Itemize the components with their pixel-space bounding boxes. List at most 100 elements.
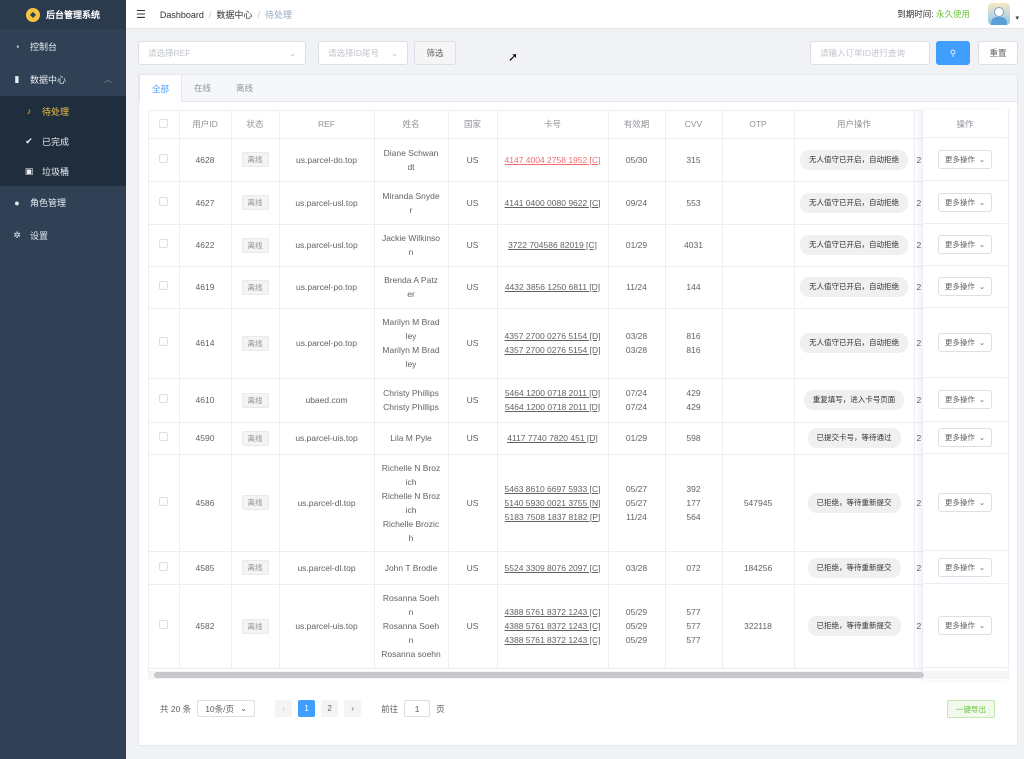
sidebar-item-data-center[interactable]: ▮ 数据中心 ︿: [0, 63, 126, 96]
more-actions-dropdown[interactable]: 更多操作 ⌄: [937, 149, 993, 169]
sidebar-item-dashboard[interactable]: ◔ 控制台: [0, 30, 126, 63]
select-all-checkbox[interactable]: [149, 111, 180, 139]
card-number[interactable]: 4147 4004 2758 1952 [C]: [500, 153, 606, 167]
action-cell: 更多操作 ⌄: [923, 138, 1007, 181]
col-header-name: 姓名: [374, 111, 449, 139]
card-number[interactable]: 5464 1200 0718 2011 [D]: [500, 400, 606, 414]
card-number[interactable]: 5464 1200 0718 2011 [D]: [500, 386, 606, 400]
expire-label: 到期时间:: [897, 9, 934, 19]
user-action-tag: 无人值守已开启，自动拒绝: [800, 277, 908, 297]
next-page-button[interactable]: ›: [344, 700, 362, 717]
col-header-actions: 操作: [923, 110, 1007, 138]
table-row: 4586 离线 us.parcel-dl.top Richelle N Broz ich…: [149, 454, 1008, 552]
row-checkbox[interactable]: [149, 551, 180, 585]
card-number[interactable]: 4117 7740 7820 451 [D]: [500, 431, 606, 445]
row-checkbox[interactable]: [149, 181, 180, 225]
reset-button[interactable]: 重置: [978, 41, 1018, 65]
row-checkbox[interactable]: [149, 584, 180, 669]
row-checkbox[interactable]: [149, 308, 180, 379]
cell-user-id: 4628: [179, 138, 232, 182]
orders-card: 全部 在线 离线 用户ID 状态 REF 姓名 国家 卡号 有效期 CVV OT: [138, 74, 1018, 746]
search-input[interactable]: 请输入订单ID进行查询: [810, 41, 930, 65]
card-number[interactable]: 5183 7508 1837 8182 [P]: [500, 510, 606, 524]
cell-status: 离线: [231, 584, 280, 669]
col-header-user-id: 用户ID: [179, 111, 232, 139]
cell-otp: [722, 378, 795, 423]
more-actions-dropdown[interactable]: 更多操作 ⌄: [937, 428, 993, 447]
breadcrumb-item[interactable]: Dashboard: [160, 10, 204, 20]
app-logo[interactable]: ◆ 后台管理系统: [0, 0, 126, 29]
prev-page-button[interactable]: ‹: [275, 700, 293, 717]
cell-otp: 322118: [722, 584, 795, 669]
card-number[interactable]: 5140 5930 0021 3755 [N]: [500, 496, 606, 510]
cell-country: US: [448, 224, 498, 267]
cell-cvv: 577 577 577: [665, 584, 723, 669]
more-actions-dropdown[interactable]: 更多操作 ⌄: [937, 277, 993, 296]
name-line: ich: [405, 504, 417, 515]
name-line: n: [408, 635, 414, 645]
row-checkbox[interactable]: [149, 138, 180, 182]
card-number[interactable]: 4388 5761 8372 1243 [C]: [500, 605, 606, 619]
card-number[interactable]: 4357 2700 0276 5154 [D]: [500, 343, 606, 357]
more-actions-dropdown[interactable]: 更多操作 ⌄: [937, 192, 993, 212]
sidebar-item-roles[interactable]: ● 角色管理: [0, 186, 126, 219]
breadcrumb-item[interactable]: 数据中心: [216, 10, 252, 20]
row-checkbox[interactable]: [149, 224, 180, 267]
col-header-user-action: 用户操作: [794, 111, 915, 139]
cell-cvv: 4031: [665, 224, 723, 267]
more-actions-dropdown[interactable]: 更多操作 ⌄: [937, 235, 993, 254]
goto-page-input[interactable]: 1: [404, 700, 431, 717]
caret-down-icon[interactable]: ▾: [1015, 14, 1019, 22]
scrollbar-thumb[interactable]: [154, 672, 924, 678]
export-button[interactable]: 一键导出: [947, 700, 995, 718]
menu-toggle-icon[interactable]: ☰: [136, 8, 146, 21]
card-select[interactable]: 请选择ID尾号 ⌄: [318, 41, 408, 65]
sidebar-item-completed[interactable]: ✔ 已完成: [0, 126, 126, 156]
sidebar-item-label: 待处理: [42, 106, 70, 117]
card-number[interactable]: 4432 3856 1250 6811 [D]: [500, 280, 606, 294]
ref-select[interactable]: 请选择REF ⌄: [138, 41, 306, 65]
card-number[interactable]: 4357 2700 0276 5154 [D]: [500, 329, 606, 343]
more-actions-dropdown[interactable]: 更多操作 ⌄: [937, 492, 993, 512]
cell-name: John T Brodie: [374, 551, 449, 585]
row-checkbox[interactable]: [149, 378, 180, 423]
cell-card: 4357 2700 0276 5154 [D] 4357 2700 0276 51…: [497, 308, 609, 379]
tab-offline[interactable]: 离线: [224, 75, 266, 101]
more-actions-dropdown[interactable]: 更多操作 ⌄: [937, 616, 993, 635]
row-checkbox[interactable]: [149, 266, 180, 309]
cell-user-id: 4627: [179, 181, 232, 225]
more-actions-dropdown[interactable]: 更多操作 ⌄: [937, 390, 993, 409]
sidebar-item-settings[interactable]: ✲ 设置: [0, 219, 126, 252]
tab-all[interactable]: 全部: [139, 75, 183, 102]
page-button-1[interactable]: 1: [298, 700, 316, 717]
card-number[interactable]: 5524 3309 8076 2097 [C]: [500, 561, 606, 575]
tab-bar: 全部 在线 离线: [139, 75, 1017, 102]
search-button[interactable]: ⚲: [936, 41, 970, 65]
breadcrumb-current: 待处理: [264, 9, 292, 20]
card-number[interactable]: 4388 5761 8372 1243 [C]: [500, 633, 606, 647]
cell-ref: us.parcel-dl.top: [279, 551, 375, 585]
more-actions-dropdown[interactable]: 更多操作 ⌄: [937, 557, 993, 577]
check-circle-icon: ✔: [25, 135, 33, 146]
page-button-2[interactable]: 2: [321, 700, 339, 717]
expiry-value: 05/29: [625, 607, 648, 617]
tab-online[interactable]: 在线: [182, 75, 224, 101]
card-number[interactable]: 3722 704586 82019 [C]: [500, 238, 606, 252]
more-actions-dropdown[interactable]: 更多操作 ⌄: [937, 333, 993, 352]
cell-ref: us.parcel-po.top: [279, 266, 375, 309]
card-number[interactable]: 4388 5761 8372 1243 [C]: [500, 619, 606, 633]
card-number[interactable]: 5463 8610 6697 5933 [C]: [500, 482, 606, 496]
sidebar-item-pending[interactable]: ♪ 待处理: [0, 96, 126, 126]
avatar[interactable]: [988, 3, 1010, 25]
card-number[interactable]: 4141 0400 0080 9622 [C]: [500, 196, 606, 210]
page-size-select[interactable]: 10条/页 ⌄: [197, 700, 256, 717]
row-checkbox[interactable]: [149, 422, 180, 455]
breadcrumb-separator: /: [208, 9, 212, 20]
chevron-down-icon: ⌄: [978, 282, 986, 291]
sidebar-item-trash[interactable]: ▣ 垃圾桶: [0, 156, 126, 186]
row-checkbox[interactable]: [149, 454, 180, 552]
sidebar: ◆ 后台管理系统 ◔ 控制台 ▮ 数据中心 ︿ ♪ 待处理 ✔ 已完成 ▣ 垃圾…: [0, 0, 126, 759]
filter-button[interactable]: 筛选: [414, 41, 456, 65]
cell-name: Richelle N Broz ich Richelle N Broz ich Rich…: [374, 454, 449, 552]
horizontal-scrollbar[interactable]: [148, 671, 1009, 679]
